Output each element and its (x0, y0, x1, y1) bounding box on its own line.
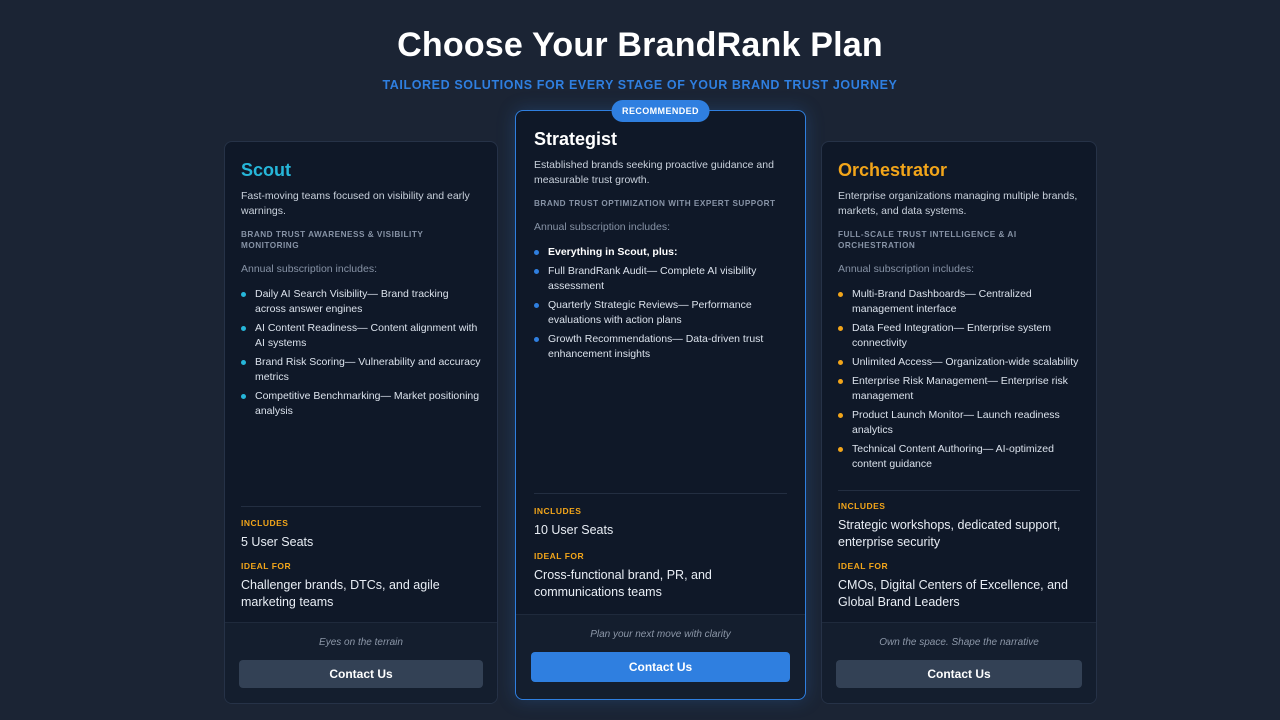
ideal-for-label: IDEAL FOR (534, 551, 585, 561)
plan-card-scout: Scout Fast-moving teams focused on visib… (224, 141, 498, 704)
feature-item: Product Launch Monitor— Launch readiness… (838, 408, 1080, 438)
bullet-icon (838, 326, 843, 331)
plan-name: Strategist (534, 129, 618, 149)
feature-item: Brand Risk Scoring— Vulnerability and ac… (241, 355, 481, 385)
divider (838, 490, 1080, 491)
bullet-icon (241, 326, 246, 331)
includes-value: 5 User Seats (241, 535, 314, 549)
annual-subscription-label: Annual subscription includes: (534, 221, 670, 233)
feature-item: Enterprise Risk Management— Enterprise r… (838, 374, 1080, 404)
plan-description: Established brands seeking proactive gui… (534, 159, 774, 186)
feature-item: Unlimited Access— Organization-wide scal… (838, 355, 1080, 370)
bullet-icon (534, 337, 539, 342)
includes-value: 10 User Seats (534, 523, 614, 537)
bullet-icon (838, 413, 843, 418)
plan-focus: FULL-SCALE TRUST INTELLIGENCE & AI ORCHE… (838, 230, 1017, 250)
divider (534, 493, 787, 494)
bullet-icon (241, 292, 246, 297)
divider (241, 506, 481, 507)
feature-item: Data Feed Integration— Enterprise system… (838, 321, 1080, 351)
feature-item: Competitive Benchmarking— Market positio… (241, 389, 481, 419)
annual-subscription-label: Annual subscription includes: (838, 263, 974, 275)
includes-label: INCLUDES (534, 506, 582, 516)
feature-list: Daily AI Search Visibility— Brand tracki… (241, 287, 481, 419)
includes-label: INCLUDES (838, 501, 886, 511)
plan-name: Orchestrator (838, 160, 948, 180)
plan-name: Scout (241, 160, 292, 180)
includes-label: INCLUDES (241, 518, 289, 528)
feature-item: Full BrandRank Audit— Complete AI visibi… (534, 264, 787, 294)
includes-value: Strategic workshops, dedicated support, … (838, 518, 1061, 549)
plan-tagline: Plan your next move with clarity (590, 629, 731, 640)
plan-focus: BRAND TRUST AWARENESS & VISIBILITY MONIT… (241, 230, 424, 250)
page-subtitle: TAILORED SOLUTIONS FOR EVERY STAGE OF YO… (382, 78, 898, 92)
card-footer: Own the space. Shape the narrative Conta… (822, 622, 1096, 703)
plan-description: Fast-moving teams focused on visibility … (241, 190, 470, 217)
feature-item: Multi-Brand Dashboards— Centralized mana… (838, 287, 1080, 317)
feature-item: Growth Recommendations— Data-driven trus… (534, 332, 787, 362)
page-title: Choose Your BrandRank Plan (397, 26, 883, 64)
card-footer: Plan your next move with clarity Contact… (516, 614, 805, 699)
plan-tagline: Own the space. Shape the narrative (879, 637, 1039, 648)
feature-list: Everything in Scout, plus: Full BrandRan… (534, 245, 787, 362)
bullet-icon (241, 360, 246, 365)
feature-item: AI Content Readiness— Content alignment … (241, 321, 481, 351)
bullet-icon (838, 447, 843, 452)
plan-card-strategist: RECOMMENDED Strategist Established brand… (515, 100, 806, 700)
contact-us-button-strategist[interactable]: Contact Us (531, 652, 790, 682)
feature-item: Daily AI Search Visibility— Brand tracki… (241, 287, 481, 317)
bullet-icon (838, 360, 843, 365)
bullet-icon (241, 394, 246, 399)
ideal-for-value: Cross-functional brand, PR, and communic… (534, 568, 712, 599)
contact-us-button-orchestrator[interactable]: Contact Us (836, 660, 1082, 688)
annual-subscription-label: Annual subscription includes: (241, 263, 377, 275)
ideal-for-value: Challenger brands, DTCs, and agile marke… (241, 578, 440, 609)
recommended-badge: RECOMMENDED (611, 100, 710, 122)
feature-list: Multi-Brand Dashboards— Centralized mana… (838, 287, 1080, 472)
ideal-for-label: IDEAL FOR (241, 561, 292, 571)
feature-item: Technical Content Authoring— AI-optimize… (838, 442, 1080, 472)
plan-focus: BRAND TRUST OPTIMIZATION WITH EXPERT SUP… (534, 199, 776, 208)
plan-tagline: Eyes on the terrain (319, 637, 403, 648)
bullet-icon (534, 303, 539, 308)
feature-item: Quarterly Strategic Reviews— Performance… (534, 298, 787, 328)
ideal-for-label: IDEAL FOR (838, 561, 889, 571)
plan-card-orchestrator: Orchestrator Enterprise organizations ma… (821, 141, 1097, 704)
ideal-for-value: CMOs, Digital Centers of Excellence, and… (838, 578, 1068, 609)
feature-item: Everything in Scout, plus: (534, 245, 787, 260)
contact-us-button-scout[interactable]: Contact Us (239, 660, 483, 688)
bullet-icon (838, 292, 843, 297)
bullet-icon (838, 379, 843, 384)
bullet-icon (534, 250, 539, 255)
card-footer: Eyes on the terrain Contact Us (225, 622, 497, 703)
plan-description: Enterprise organizations managing multip… (838, 190, 1078, 217)
bullet-icon (534, 269, 539, 274)
